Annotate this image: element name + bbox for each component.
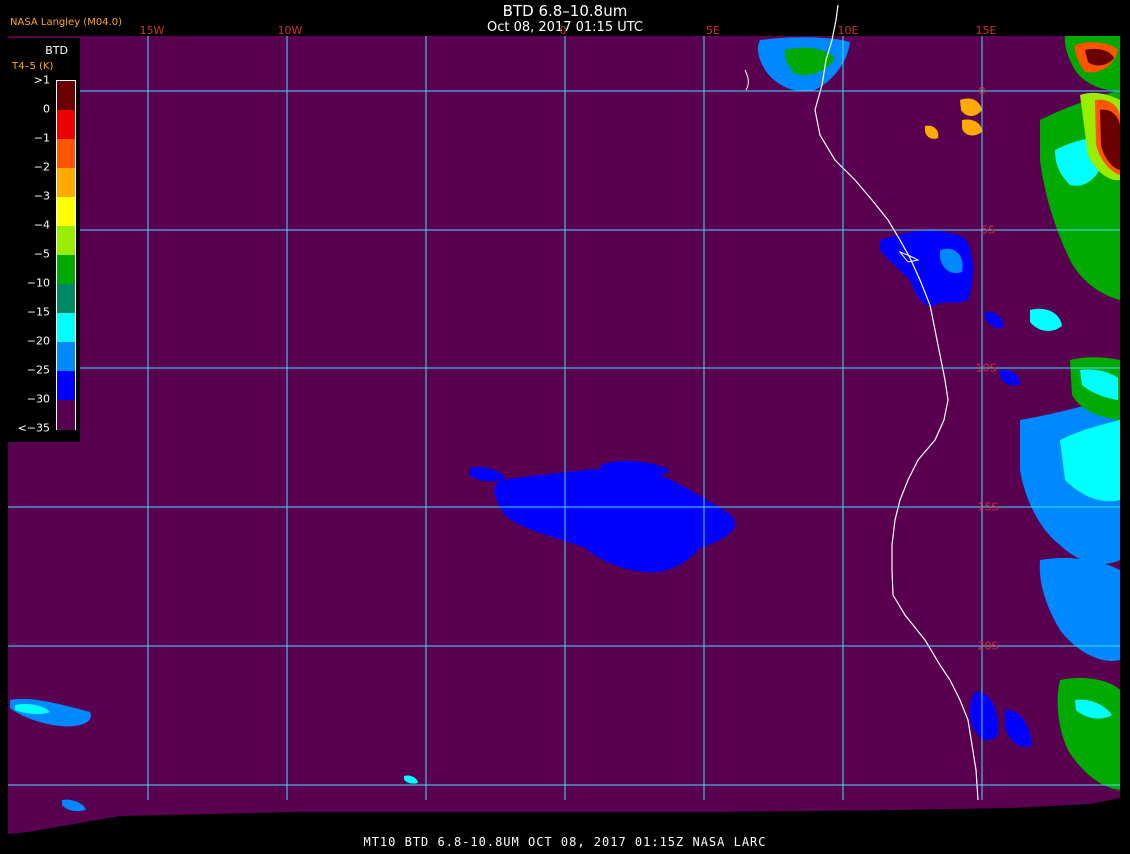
legend-swatch [57,371,75,401]
lon-label-0: 0 [559,24,567,37]
legend-title: BTD [45,44,68,57]
legend-tick-label: −30 [26,392,50,406]
legend-tick-label: −4 [33,218,50,232]
legend-tick-label: −5 [33,247,50,261]
legend-tick-label: −1 [33,131,50,145]
legend-tick-label: −20 [26,334,50,348]
lon-label-15w: 15W [139,24,165,37]
legend-tick-label: <−35 [17,421,50,435]
legend-swatch [57,313,75,343]
legend-swatch [57,168,75,198]
legend-swatch [57,139,75,169]
lon-label-10e: 10E [837,24,859,37]
legend-tick-label: −25 [26,363,50,377]
legend-swatch [57,110,75,140]
legend-swatch [57,400,75,430]
legend-tick-label: −10 [26,276,50,290]
lat-label-15s: 15S [977,500,999,514]
legend-tick-label: −3 [33,189,50,203]
legend-swatch [57,81,75,111]
legend-tick-label: 0 [43,102,50,116]
ocean-background [8,36,1120,834]
color-legend: BTD T4–5 (K) >1 0 −1 −2 −3 −4 −5 −10 −15 −20 −25 −3… [8,38,80,442]
legend-colorbar [56,80,76,430]
lat-label-10s: 10S [975,361,997,375]
lon-label-5e: 5E [706,24,720,37]
legend-units: T4–5 (K) [12,61,54,72]
image-title: BTD 6.8–10.8um [502,2,628,20]
legend-tick-label: −15 [26,305,50,319]
legend-swatch [57,197,75,227]
footer-caption: MT10 BTD 6.8-10.8UM OCT 08, 2017 01:15Z … [363,835,767,849]
lon-label-15e: 15E [975,24,997,37]
map-viewport: BTD 6.8–10.8um Oct 08, 2017 01:15 UTC NA… [0,0,1130,850]
satellite-image [0,0,1130,850]
lon-label-10w: 10W [277,24,303,37]
lat-label-5s: 5S [981,223,995,237]
lat-label-20s: 20S [977,639,999,653]
legend-swatch [57,284,75,314]
legend-tick-label: >1 [33,73,50,87]
lat-label-0: 0 [978,84,986,98]
legend-tick-label: −2 [33,160,50,174]
legend-swatch [57,226,75,256]
legend-swatch [57,255,75,285]
legend-swatch [57,342,75,372]
agency-label: NASA Langley (M04.0) [10,17,122,28]
